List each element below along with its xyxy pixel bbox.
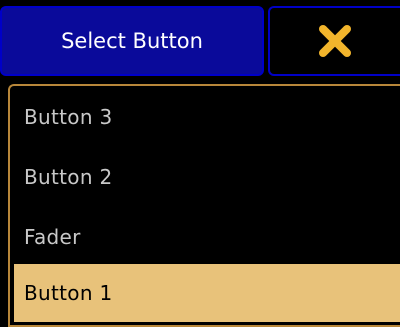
select-button-dialog: Select Button Button 3 Button 2 Fader Bu… bbox=[0, 0, 400, 327]
list-item-label: Button 3 bbox=[24, 105, 113, 129]
list-item-fader[interactable]: Fader bbox=[10, 208, 400, 266]
list-item-button-1[interactable]: Button 1 bbox=[14, 264, 400, 322]
button-list: Button 3 Button 2 Fader Button 1 bbox=[8, 84, 400, 327]
dialog-title-button[interactable]: Select Button bbox=[0, 6, 264, 76]
dialog-title: Select Button bbox=[61, 29, 203, 53]
close-button[interactable] bbox=[268, 6, 400, 76]
list-item-label: Fader bbox=[24, 225, 81, 249]
close-x-icon bbox=[319, 25, 351, 57]
list-item-button-2[interactable]: Button 2 bbox=[10, 148, 400, 206]
list-item-label: Button 1 bbox=[24, 281, 113, 305]
list-item-button-3[interactable]: Button 3 bbox=[10, 88, 400, 146]
list-item-label: Button 2 bbox=[24, 165, 113, 189]
